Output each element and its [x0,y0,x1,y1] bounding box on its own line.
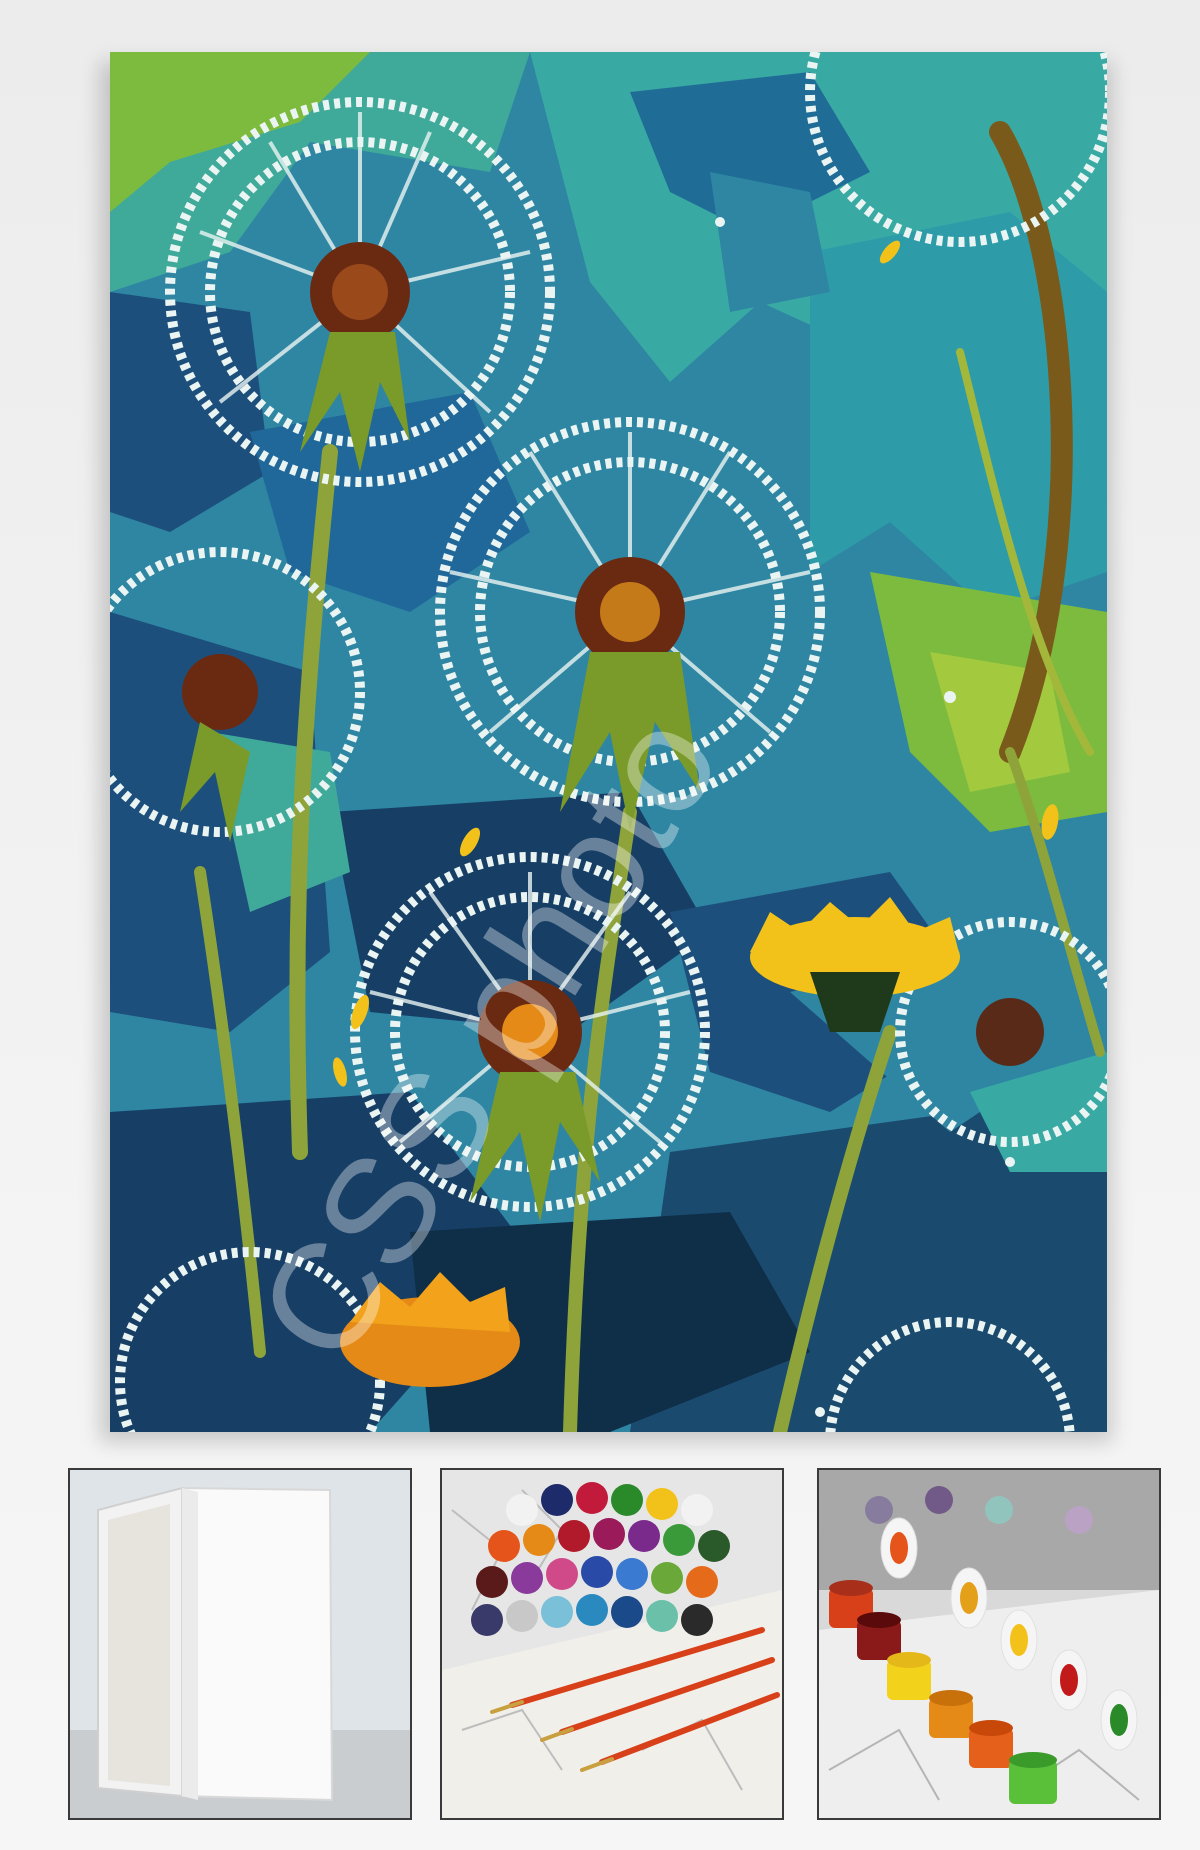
thumbnail-open-pots[interactable] [817,1468,1161,1820]
painting-canvas: CSS photo [110,52,1107,1432]
dandelion-painting [110,52,1107,1432]
open-paint-pots-icon [819,1470,1159,1818]
blank-canvas-icon [70,1470,410,1818]
thumbnail-strip [0,1468,1200,1848]
paint-pots-brushes-icon [442,1470,782,1818]
thumbnail-blank-canvas[interactable] [68,1468,412,1820]
thumbnail-paint-pots[interactable] [440,1468,784,1820]
